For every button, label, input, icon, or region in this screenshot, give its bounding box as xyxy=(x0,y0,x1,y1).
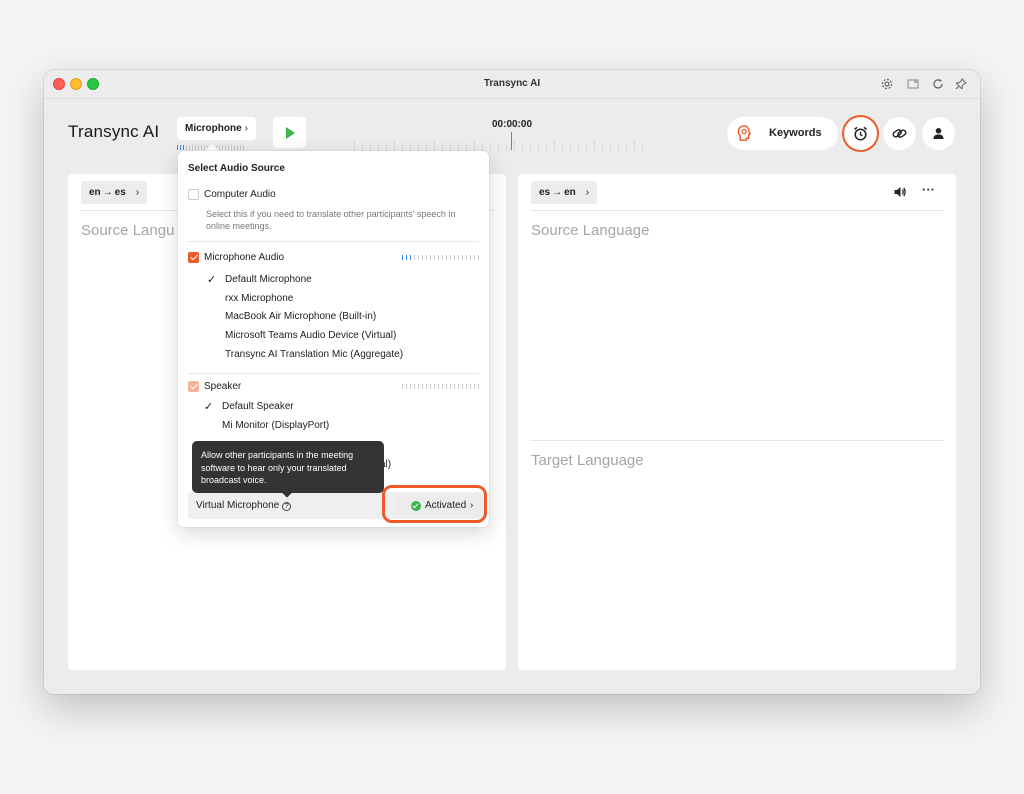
timeline-tick xyxy=(610,145,611,151)
timeline-tick xyxy=(578,145,579,151)
audio-source-label: Microphone xyxy=(185,123,242,134)
timeline-playhead xyxy=(511,132,512,150)
speaker-icon[interactable] xyxy=(893,185,907,199)
divider xyxy=(530,440,944,441)
highlight-ring xyxy=(382,485,487,523)
timeline-tick xyxy=(506,145,507,151)
speaker-device-item[interactable]: Default Speaker xyxy=(222,401,294,412)
checkmark-icon: ✓ xyxy=(207,274,217,286)
timeline-tick xyxy=(474,141,475,151)
virtual-microphone-text: Virtual Microphone xyxy=(196,500,280,511)
timeline-tick xyxy=(514,141,515,151)
dropdown-title: Select Audio Source xyxy=(188,163,285,174)
source-placeholder: Source Langu xyxy=(81,222,175,239)
chevron-right-icon: › xyxy=(585,187,590,198)
timeline-tick xyxy=(394,141,395,151)
mic-device-item[interactable]: Microsoft Teams Audio Device (Virtual) xyxy=(225,330,396,341)
timeline-tick xyxy=(434,141,435,151)
brand-logo-text: Transync AI xyxy=(68,122,160,141)
window-title: Transync AI xyxy=(483,78,541,89)
lang-to: es xyxy=(114,187,126,198)
keywords-label: Keywords xyxy=(769,127,822,139)
language-pair-selector[interactable]: es → en › xyxy=(531,181,598,204)
head-bulb-icon xyxy=(737,125,752,141)
chevron-right-icon: › xyxy=(244,123,249,134)
more-options-icon[interactable]: ··· xyxy=(922,182,935,197)
title-bar: Transync AI xyxy=(44,70,980,99)
timeline-tick xyxy=(594,141,595,151)
lang-from: en xyxy=(89,187,101,198)
target-language-placeholder: Target Language xyxy=(531,452,644,469)
arrow-right-icon: → xyxy=(552,187,563,198)
user-icon xyxy=(933,128,944,139)
timeline-tick xyxy=(562,145,563,151)
profile-button[interactable] xyxy=(922,117,955,150)
speaker-checkbox[interactable] xyxy=(188,381,199,392)
timeline-tick xyxy=(498,145,499,151)
timeline-tick xyxy=(618,145,619,151)
timeline-tick xyxy=(354,141,355,151)
audio-source-button[interactable]: Microphone › xyxy=(177,117,257,140)
pin-icon[interactable] xyxy=(954,78,968,92)
timeline-tick xyxy=(538,145,539,151)
link-icon xyxy=(892,129,907,138)
timeline-tick xyxy=(602,145,603,151)
divider xyxy=(530,210,944,211)
mic-device-item[interactable]: Transync AI Translation Mic (Aggregate) xyxy=(225,349,403,360)
alarm-button[interactable] xyxy=(844,117,877,150)
alarm-clock-icon xyxy=(854,126,867,141)
lang-to: en xyxy=(564,187,576,198)
timeline-ruler xyxy=(354,137,650,151)
divider xyxy=(188,241,479,242)
speaker-label[interactable]: Speaker xyxy=(204,381,241,392)
timeline-tick xyxy=(546,145,547,151)
timeline-tick xyxy=(570,145,571,151)
timeline-tick xyxy=(530,145,531,151)
speaker-device-item[interactable]: Mi Monitor (DisplayPort) xyxy=(222,420,329,431)
timeline-tick xyxy=(626,145,627,151)
help-icon[interactable]: ? xyxy=(282,502,292,511)
computer-audio-checkbox[interactable] xyxy=(188,189,199,200)
mic-device-item[interactable]: MacBook Air Microphone (Built-in) xyxy=(225,311,376,322)
timeline-tick xyxy=(554,141,555,151)
settings-icon[interactable] xyxy=(880,78,894,92)
session-timer: 00:00:00 xyxy=(491,119,533,130)
play-button[interactable] xyxy=(273,117,306,148)
microphone-level-meter xyxy=(402,255,482,260)
refresh-icon[interactable] xyxy=(931,78,945,92)
microphone-audio-label[interactable]: Microphone Audio xyxy=(204,252,284,263)
keywords-button[interactable]: Keywords xyxy=(727,117,838,150)
checkmark-icon: ✓ xyxy=(204,401,214,413)
mic-device-item[interactable]: rxx Microphone xyxy=(225,293,293,304)
chevron-right-icon: › xyxy=(135,187,140,198)
timeline-tick xyxy=(642,145,643,151)
virtual-mic-tooltip: Allow other participants in the meeting … xyxy=(192,441,384,493)
arrow-right-icon: → xyxy=(102,187,113,198)
computer-audio-label[interactable]: Computer Audio xyxy=(204,189,276,200)
timeline-tick xyxy=(490,145,491,151)
translation-panel: es → en › ··· Source Language Target Langua… xyxy=(518,174,956,670)
language-pair-selector[interactable]: en → es › xyxy=(81,181,148,204)
timeline-tick xyxy=(634,141,635,151)
window-layout-icon[interactable] xyxy=(906,78,920,92)
timeline-tick xyxy=(522,145,523,151)
divider xyxy=(188,373,479,374)
lang-from: es xyxy=(539,187,551,198)
microphone-audio-checkbox[interactable] xyxy=(188,252,199,263)
timeline-tick xyxy=(586,145,587,151)
mic-device-item[interactable]: Default Microphone xyxy=(225,274,312,285)
computer-audio-description: Select this if you need to translate oth… xyxy=(206,209,456,231)
link-button[interactable] xyxy=(883,117,916,150)
virtual-microphone-label: Virtual Microphone? xyxy=(196,500,292,511)
source-language-placeholder: Source Language xyxy=(531,222,650,239)
speaker-level-meter xyxy=(402,384,482,389)
